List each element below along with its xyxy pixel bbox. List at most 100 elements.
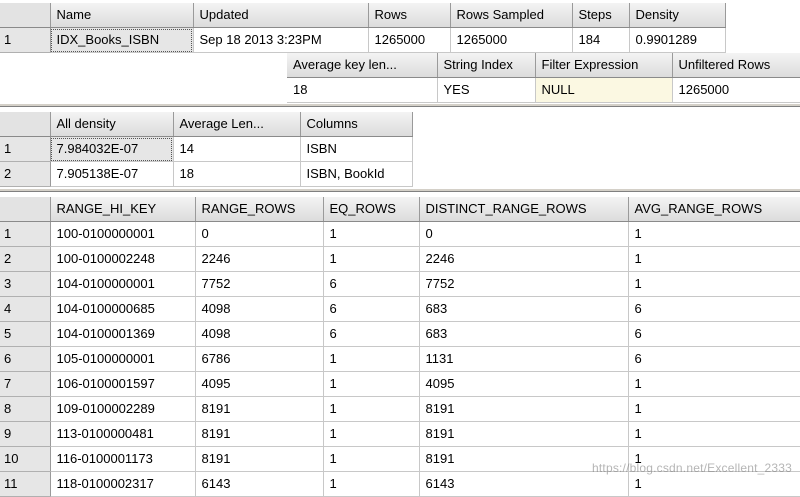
cell-rows[interactable]: 1265000 xyxy=(368,27,451,53)
cell-range-rows[interactable]: 4098 xyxy=(195,321,324,347)
cell-range-hi-key[interactable]: 106-0100001597 xyxy=(50,371,196,397)
row-number[interactable]: 2 xyxy=(0,161,51,187)
cell-eq-rows[interactable]: 1 xyxy=(323,221,420,247)
cell-columns[interactable]: ISBN xyxy=(300,136,413,162)
cell-unfiltered-rows[interactable]: 1265000 xyxy=(672,77,800,103)
row-number[interactable]: 11 xyxy=(0,471,51,497)
cell-range-hi-key[interactable]: 105-0100000001 xyxy=(50,346,196,372)
column-header-string-index[interactable]: String Index xyxy=(437,53,536,78)
cell-eq-rows[interactable]: 6 xyxy=(323,271,420,297)
cell-range-hi-key[interactable]: 100-0100000001 xyxy=(50,221,196,247)
table-row[interactable]: 2 7.905138E-07 18 ISBN, BookId xyxy=(0,161,413,187)
cell-eq-rows[interactable]: 1 xyxy=(323,471,420,497)
table-row[interactable]: 7 106-0100001597 4095 1 4095 1 xyxy=(0,371,800,397)
row-number[interactable]: 1 xyxy=(0,27,51,53)
cell-range-hi-key[interactable]: 118-0100002317 xyxy=(50,471,196,497)
cell-columns[interactable]: ISBN, BookId xyxy=(300,161,413,187)
row-number[interactable]: 3 xyxy=(0,271,51,297)
cell-distinct-range-rows[interactable]: 8191 xyxy=(419,421,629,447)
cell-eq-rows[interactable]: 1 xyxy=(323,421,420,447)
table-row[interactable]: 5 104-0100001369 4098 6 683 6 xyxy=(0,321,800,347)
cell-range-rows[interactable]: 6786 xyxy=(195,346,324,372)
column-header-range-hi-key[interactable]: RANGE_HI_KEY xyxy=(50,197,196,222)
cell-avg-range-rows[interactable]: 1 xyxy=(628,271,800,297)
cell-distinct-range-rows[interactable]: 4095 xyxy=(419,371,629,397)
cell-range-rows[interactable]: 8191 xyxy=(195,421,324,447)
cell-all-density[interactable]: 7.905138E-07 xyxy=(50,161,174,187)
table-row[interactable]: 9 113-0100000481 8191 1 8191 1 xyxy=(0,421,800,447)
column-header-unfiltered-rows[interactable]: Unfiltered Rows xyxy=(672,53,800,78)
table-row[interactable]: 3 104-0100000001 7752 6 7752 1 xyxy=(0,271,800,297)
column-header-eq-rows[interactable]: EQ_ROWS xyxy=(323,197,420,222)
cell-name[interactable]: IDX_Books_ISBN xyxy=(50,27,194,53)
column-header-steps[interactable]: Steps xyxy=(572,3,630,28)
grid-corner[interactable] xyxy=(0,3,51,28)
cell-range-rows[interactable]: 6143 xyxy=(195,471,324,497)
table-row[interactable]: 2 100-0100002248 2246 1 2246 1 xyxy=(0,246,800,272)
cell-distinct-range-rows[interactable]: 683 xyxy=(419,296,629,322)
cell-rows-sampled[interactable]: 1265000 xyxy=(450,27,573,53)
cell-average-length[interactable]: 18 xyxy=(173,161,301,187)
cell-avg-range-rows[interactable]: 1 xyxy=(628,396,800,422)
row-number[interactable]: 1 xyxy=(0,221,51,247)
grid-corner[interactable] xyxy=(0,197,51,222)
cell-range-hi-key[interactable]: 104-0100001369 xyxy=(50,321,196,347)
cell-average-length[interactable]: 14 xyxy=(173,136,301,162)
cell-distinct-range-rows[interactable]: 683 xyxy=(419,321,629,347)
cell-range-rows[interactable]: 8191 xyxy=(195,396,324,422)
cell-updated[interactable]: Sep 18 2013 3:23PM xyxy=(193,27,369,53)
cell-range-rows[interactable]: 2246 xyxy=(195,246,324,272)
cell-eq-rows[interactable]: 6 xyxy=(323,321,420,347)
column-header-all-density[interactable]: All density xyxy=(50,112,174,137)
table-row[interactable]: 4 104-0100000685 4098 6 683 6 xyxy=(0,296,800,322)
cell-avg-range-rows[interactable]: 6 xyxy=(628,321,800,347)
table-row[interactable]: 11 118-0100002317 6143 1 6143 1 xyxy=(0,471,800,497)
results-splitter[interactable] xyxy=(0,103,800,107)
column-header-columns[interactable]: Columns xyxy=(300,112,413,137)
cell-avg-range-rows[interactable]: 1 xyxy=(628,371,800,397)
cell-avg-range-rows[interactable]: 6 xyxy=(628,346,800,372)
table-row[interactable]: 18 YES NULL 1265000 xyxy=(287,77,800,103)
cell-range-hi-key[interactable]: 113-0100000481 xyxy=(50,421,196,447)
cell-eq-rows[interactable]: 6 xyxy=(323,296,420,322)
cell-avg-range-rows[interactable]: 1 xyxy=(628,421,800,447)
cell-eq-rows[interactable]: 1 xyxy=(323,396,420,422)
cell-range-rows[interactable]: 0 xyxy=(195,221,324,247)
column-header-distinct-range-rows[interactable]: DISTINCT_RANGE_ROWS xyxy=(419,197,629,222)
cell-all-density[interactable]: 7.984032E-07 xyxy=(50,136,174,162)
cell-avg-range-rows[interactable]: 1 xyxy=(628,471,800,497)
row-number[interactable]: 5 xyxy=(0,321,51,347)
cell-range-hi-key[interactable]: 109-0100002289 xyxy=(50,396,196,422)
table-row[interactable]: 1 7.984032E-07 14 ISBN xyxy=(0,136,413,162)
cell-range-hi-key[interactable]: 104-0100000001 xyxy=(50,271,196,297)
cell-distinct-range-rows[interactable]: 8191 xyxy=(419,396,629,422)
row-number[interactable]: 4 xyxy=(0,296,51,322)
cell-range-rows[interactable]: 4095 xyxy=(195,371,324,397)
table-row[interactable]: 8 109-0100002289 8191 1 8191 1 xyxy=(0,396,800,422)
row-number[interactable]: 6 xyxy=(0,346,51,372)
column-header-range-rows[interactable]: RANGE_ROWS xyxy=(195,197,324,222)
grid-corner[interactable] xyxy=(0,112,51,137)
column-header-rows-sampled[interactable]: Rows Sampled xyxy=(450,3,573,28)
cell-avg-range-rows[interactable]: 1 xyxy=(628,221,800,247)
cell-range-rows[interactable]: 4098 xyxy=(195,296,324,322)
cell-eq-rows[interactable]: 1 xyxy=(323,446,420,472)
row-number[interactable]: 8 xyxy=(0,396,51,422)
cell-avg-range-rows[interactable]: 1 xyxy=(628,246,800,272)
cell-range-hi-key[interactable]: 116-0100001173 xyxy=(50,446,196,472)
column-header-updated[interactable]: Updated xyxy=(193,3,369,28)
table-row[interactable]: 1 IDX_Books_ISBN Sep 18 2013 3:23PM 1265… xyxy=(0,27,726,53)
cell-avg-range-rows[interactable]: 6 xyxy=(628,296,800,322)
column-header-avg-range-rows[interactable]: AVG_RANGE_ROWS xyxy=(628,197,800,222)
column-header-name[interactable]: Name xyxy=(50,3,194,28)
cell-distinct-range-rows[interactable]: 2246 xyxy=(419,246,629,272)
row-number[interactable]: 9 xyxy=(0,421,51,447)
cell-eq-rows[interactable]: 1 xyxy=(323,246,420,272)
cell-density[interactable]: 0.9901289 xyxy=(629,27,726,53)
cell-distinct-range-rows[interactable]: 0 xyxy=(419,221,629,247)
cell-distinct-range-rows[interactable]: 6143 xyxy=(419,471,629,497)
column-header-filter-expression[interactable]: Filter Expression xyxy=(535,53,673,78)
cell-string-index[interactable]: YES xyxy=(437,77,536,103)
cell-eq-rows[interactable]: 1 xyxy=(323,371,420,397)
table-row[interactable]: 1 100-0100000001 0 1 0 1 xyxy=(0,221,800,247)
